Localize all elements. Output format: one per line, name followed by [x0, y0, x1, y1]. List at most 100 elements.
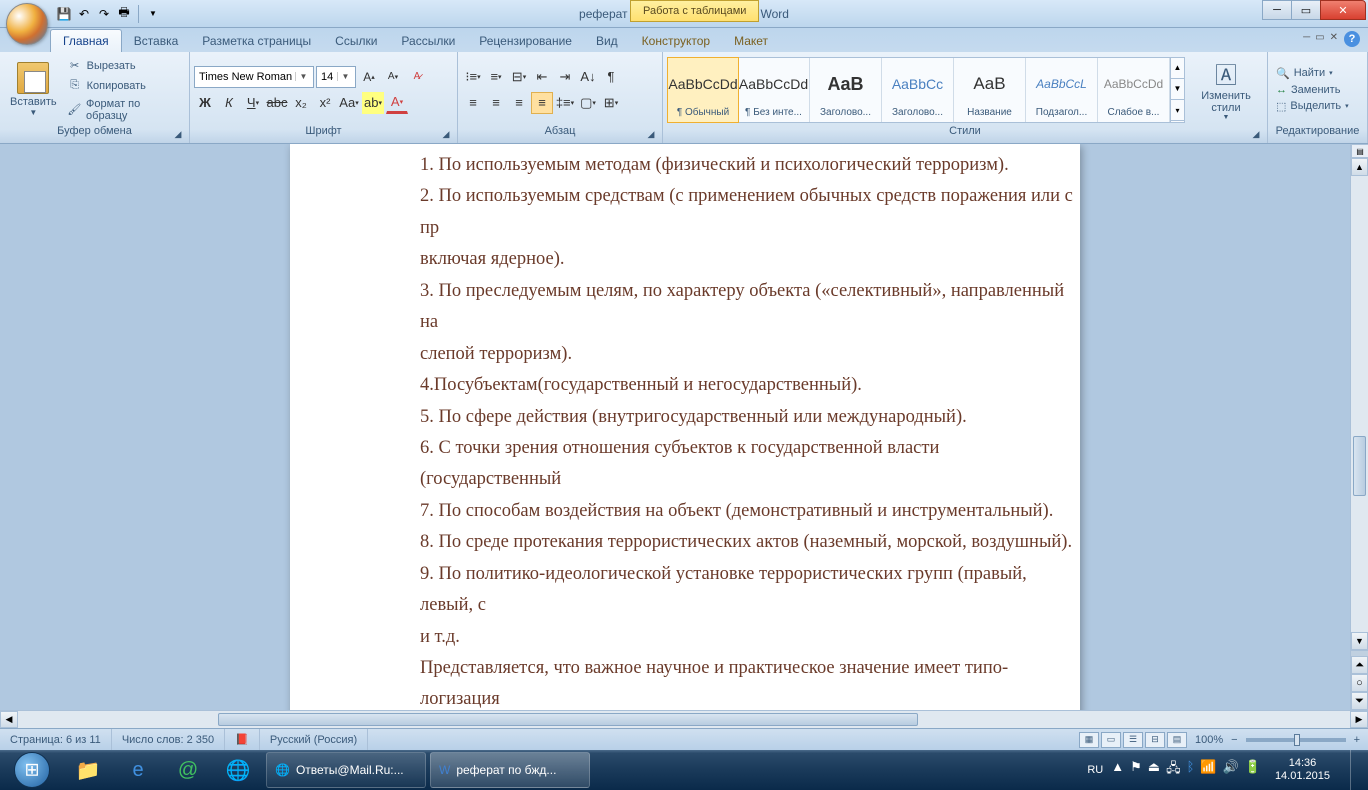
cut-button[interactable]: ✂Вырезать [63, 57, 185, 75]
strikethrough-button[interactable]: abc [266, 92, 288, 114]
tab-review[interactable]: Рецензирование [467, 30, 584, 52]
zoom-thumb[interactable] [1294, 734, 1300, 746]
page[interactable]: 1. По используемым методам (физический и… [290, 144, 1080, 710]
scroll-left-button[interactable]: ◀ [0, 711, 18, 728]
show-desktop-button[interactable] [1350, 750, 1360, 790]
undo-icon[interactable]: ↶ [76, 6, 92, 22]
replace-button[interactable]: ↔Заменить [1272, 83, 1353, 97]
superscript-button[interactable]: x² [314, 92, 336, 114]
status-page[interactable]: Страница: 6 из 11 [0, 729, 112, 750]
network-icon[interactable]: 🖧 [1166, 759, 1181, 781]
scroll-thumb[interactable] [1353, 436, 1366, 496]
tab-mailings[interactable]: Рассылки [389, 30, 467, 52]
numbering-button[interactable]: ≡▾ [485, 66, 507, 88]
scroll-thumb[interactable] [218, 713, 918, 726]
line[interactable]: 2. По используемым средствам (с применен… [420, 181, 1080, 244]
line[interactable]: 7. По способам воздействия на объект (де… [420, 496, 1080, 527]
lang-indicator[interactable]: RU [1087, 764, 1103, 776]
sort-button[interactable]: A↓ [577, 66, 599, 88]
ie-icon[interactable]: e [114, 752, 162, 788]
scroll-up-icon[interactable]: ▲ [1171, 58, 1184, 79]
line[interactable]: Представляется, что важное научное и пра… [420, 653, 1080, 710]
status-spellcheck[interactable]: 📕 [225, 729, 260, 750]
line[interactable]: включая ядерное). [420, 244, 1080, 275]
view-web-button[interactable]: ☰ [1123, 732, 1143, 748]
highlight-button[interactable]: ab▾ [362, 92, 384, 114]
line-spacing-button[interactable]: ‡≡▾ [554, 92, 576, 114]
justify-button[interactable]: ≡ [531, 92, 553, 114]
document-viewport[interactable]: 1. По используемым методам (физический и… [0, 144, 1350, 710]
redo-icon[interactable]: ↷ [96, 6, 112, 22]
increase-indent-button[interactable]: ⇥ [554, 66, 576, 88]
doc-window-controls[interactable]: ─▭✕ [1303, 32, 1338, 43]
action-center-icon[interactable]: ⚑ [1130, 759, 1142, 781]
browse-object-button[interactable]: ○ [1351, 674, 1368, 692]
borders-button[interactable]: ⊞▾ [600, 92, 622, 114]
tray-up-icon[interactable]: ▲ [1111, 759, 1124, 781]
clear-formatting-button[interactable]: A̷ [406, 66, 428, 88]
view-outline-button[interactable]: ⊟ [1145, 732, 1165, 748]
style-weak[interactable]: AaBbCcDd Слабое в... [1098, 58, 1170, 122]
tab-design[interactable]: Конструктор [630, 30, 722, 52]
font-size-combo[interactable]: 14▼ [316, 66, 356, 88]
font-color-button[interactable]: A▾ [386, 92, 408, 114]
multilevel-button[interactable]: ⊟▾ [508, 66, 530, 88]
change-case-button[interactable]: Aa▾ [338, 92, 360, 114]
zoom-level[interactable]: 100% [1195, 734, 1223, 746]
dialog-launcher-icon[interactable]: ◢ [644, 127, 658, 141]
expand-gallery-icon[interactable]: ▾ [1171, 100, 1184, 121]
tab-view[interactable]: Вид [584, 30, 630, 52]
document-text[interactable]: 1. По используемым методам (физический и… [420, 150, 1080, 710]
scroll-right-button[interactable]: ▶ [1350, 711, 1368, 728]
line[interactable]: 6. С точки зрения отношения субъектов к … [420, 433, 1080, 496]
style-subtitle[interactable]: AaBbCcL Подзагол... [1026, 58, 1098, 122]
line[interactable]: 3. По преследуемым целям, по характеру о… [420, 276, 1080, 339]
tab-pagelayout[interactable]: Разметка страницы [190, 30, 323, 52]
line[interactable]: слепой терроризм). [420, 339, 1080, 370]
wifi-icon[interactable]: 📶 [1200, 759, 1216, 781]
scroll-up-button[interactable]: ▲ [1351, 158, 1368, 176]
ruler-toggle-button[interactable]: ▤ [1351, 144, 1368, 158]
grow-font-button[interactable]: A▴ [358, 66, 380, 88]
align-center-button[interactable]: ≡ [485, 92, 507, 114]
clock[interactable]: 14:36 14.01.2015 [1269, 757, 1336, 783]
chrome-icon[interactable]: 🌐 [214, 752, 262, 788]
mail-agent-icon[interactable]: @ [164, 752, 212, 788]
dialog-launcher-icon[interactable]: ◢ [1249, 127, 1263, 141]
tab-layout[interactable]: Макет [722, 30, 780, 52]
print-icon[interactable]: 🖶 [116, 6, 132, 22]
bullets-button[interactable]: ⁝≡▾ [462, 66, 484, 88]
underline-button[interactable]: Ч▾ [242, 92, 264, 114]
tab-references[interactable]: Ссылки [323, 30, 389, 52]
next-page-button[interactable]: ⏷ [1351, 692, 1368, 710]
line[interactable]: 1. По используемым методам (физический и… [420, 150, 1080, 181]
battery-icon[interactable]: 🔋 [1245, 759, 1261, 781]
office-button[interactable] [6, 3, 48, 45]
line[interactable]: 9. По политико-идеологической установке … [420, 559, 1080, 622]
tab-home[interactable]: Главная [50, 29, 122, 52]
maximize-button[interactable]: ▭ [1291, 0, 1321, 20]
start-button[interactable] [4, 750, 60, 790]
view-print-button[interactable]: ▦ [1079, 732, 1099, 748]
style-title[interactable]: AaB Название [954, 58, 1026, 122]
scroll-down-icon[interactable]: ▼ [1171, 79, 1184, 100]
select-button[interactable]: ⬚Выделить▾ [1272, 99, 1353, 114]
show-marks-button[interactable]: ¶ [600, 66, 622, 88]
bold-button[interactable]: Ж [194, 92, 216, 114]
minimize-button[interactable]: ─ [1262, 0, 1292, 20]
status-words[interactable]: Число слов: 2 350 [112, 729, 225, 750]
style-heading2[interactable]: AaBbCc Заголово... [882, 58, 954, 122]
task-chrome[interactable]: 🌐 Ответы@Mail.Ru:... [266, 752, 426, 788]
copy-button[interactable]: ⎘Копировать [63, 77, 185, 95]
scroll-track[interactable] [1351, 176, 1368, 632]
shading-button[interactable]: ▢▾ [577, 92, 599, 114]
task-word[interactable]: W реферат по бжд... [430, 752, 590, 788]
close-button[interactable]: ✕ [1320, 0, 1366, 20]
style-nospacing[interactable]: AaBbCcDd ¶ Без инте... [738, 58, 810, 122]
align-right-button[interactable]: ≡ [508, 92, 530, 114]
view-draft-button[interactable]: ▤ [1167, 732, 1187, 748]
style-normal[interactable]: AaBbCcDd ¶ Обычный [667, 57, 739, 123]
safely-remove-icon[interactable]: ⏏ [1148, 759, 1160, 781]
bluetooth-icon[interactable]: ᛒ [1187, 759, 1195, 781]
volume-icon[interactable]: 🔊 [1223, 759, 1239, 781]
